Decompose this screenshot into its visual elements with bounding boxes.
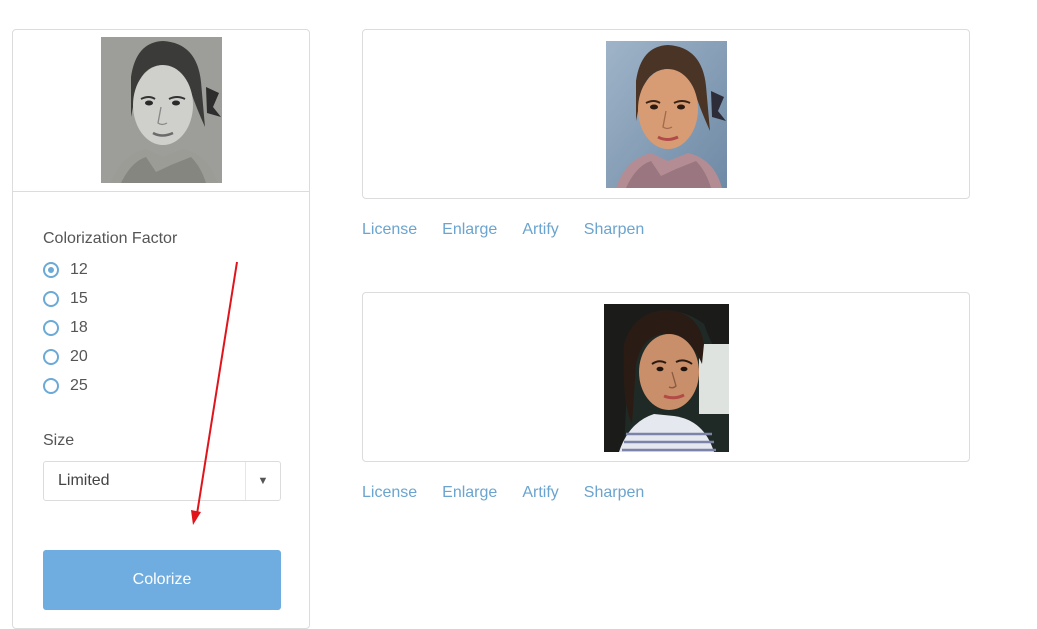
- settings-panel: Colorization Factor 12 15 18 20 25 Size …: [12, 29, 310, 629]
- radio-icon[interactable]: [43, 349, 59, 365]
- sharpen-link[interactable]: Sharpen: [584, 221, 645, 239]
- factor-option-label: 15: [70, 290, 88, 307]
- result-actions: License Enlarge Artify Sharpen: [362, 221, 644, 239]
- factor-option-label: 25: [70, 377, 88, 394]
- enlarge-link[interactable]: Enlarge: [442, 484, 497, 502]
- colorization-factor-label: Colorization Factor: [43, 230, 178, 247]
- radio-icon[interactable]: [43, 320, 59, 336]
- license-link[interactable]: License: [362, 484, 417, 502]
- artify-link[interactable]: Artify: [522, 484, 558, 502]
- factor-option-label: 18: [70, 319, 88, 336]
- factor-option-12[interactable]: 12: [43, 258, 88, 282]
- size-label: Size: [43, 432, 75, 449]
- factor-option-15[interactable]: 15: [43, 287, 88, 311]
- radio-icon[interactable]: [43, 378, 59, 394]
- chevron-down-icon[interactable]: ▼: [245, 462, 280, 500]
- example-photo[interactable]: [604, 304, 729, 452]
- result-card: [362, 292, 970, 462]
- source-image-area: [13, 30, 309, 192]
- colorized-photo[interactable]: [606, 41, 727, 188]
- result-card: [362, 29, 970, 199]
- colorize-button[interactable]: Colorize: [43, 550, 281, 610]
- source-photo: [101, 37, 222, 183]
- factor-option-18[interactable]: 18: [43, 316, 88, 340]
- radio-icon[interactable]: [43, 291, 59, 307]
- result-actions: License Enlarge Artify Sharpen: [362, 484, 644, 502]
- sharpen-link[interactable]: Sharpen: [584, 484, 645, 502]
- factor-option-25[interactable]: 25: [43, 374, 88, 398]
- factor-option-20[interactable]: 20: [43, 345, 88, 369]
- factor-option-label: 20: [70, 348, 88, 365]
- size-select[interactable]: Limited ▼: [43, 461, 281, 501]
- radio-icon[interactable]: [43, 262, 59, 278]
- enlarge-link[interactable]: Enlarge: [442, 221, 497, 239]
- artify-link[interactable]: Artify: [522, 221, 558, 239]
- size-select-value: Limited: [58, 472, 110, 489]
- license-link[interactable]: License: [362, 221, 417, 239]
- factor-option-label: 12: [70, 261, 88, 278]
